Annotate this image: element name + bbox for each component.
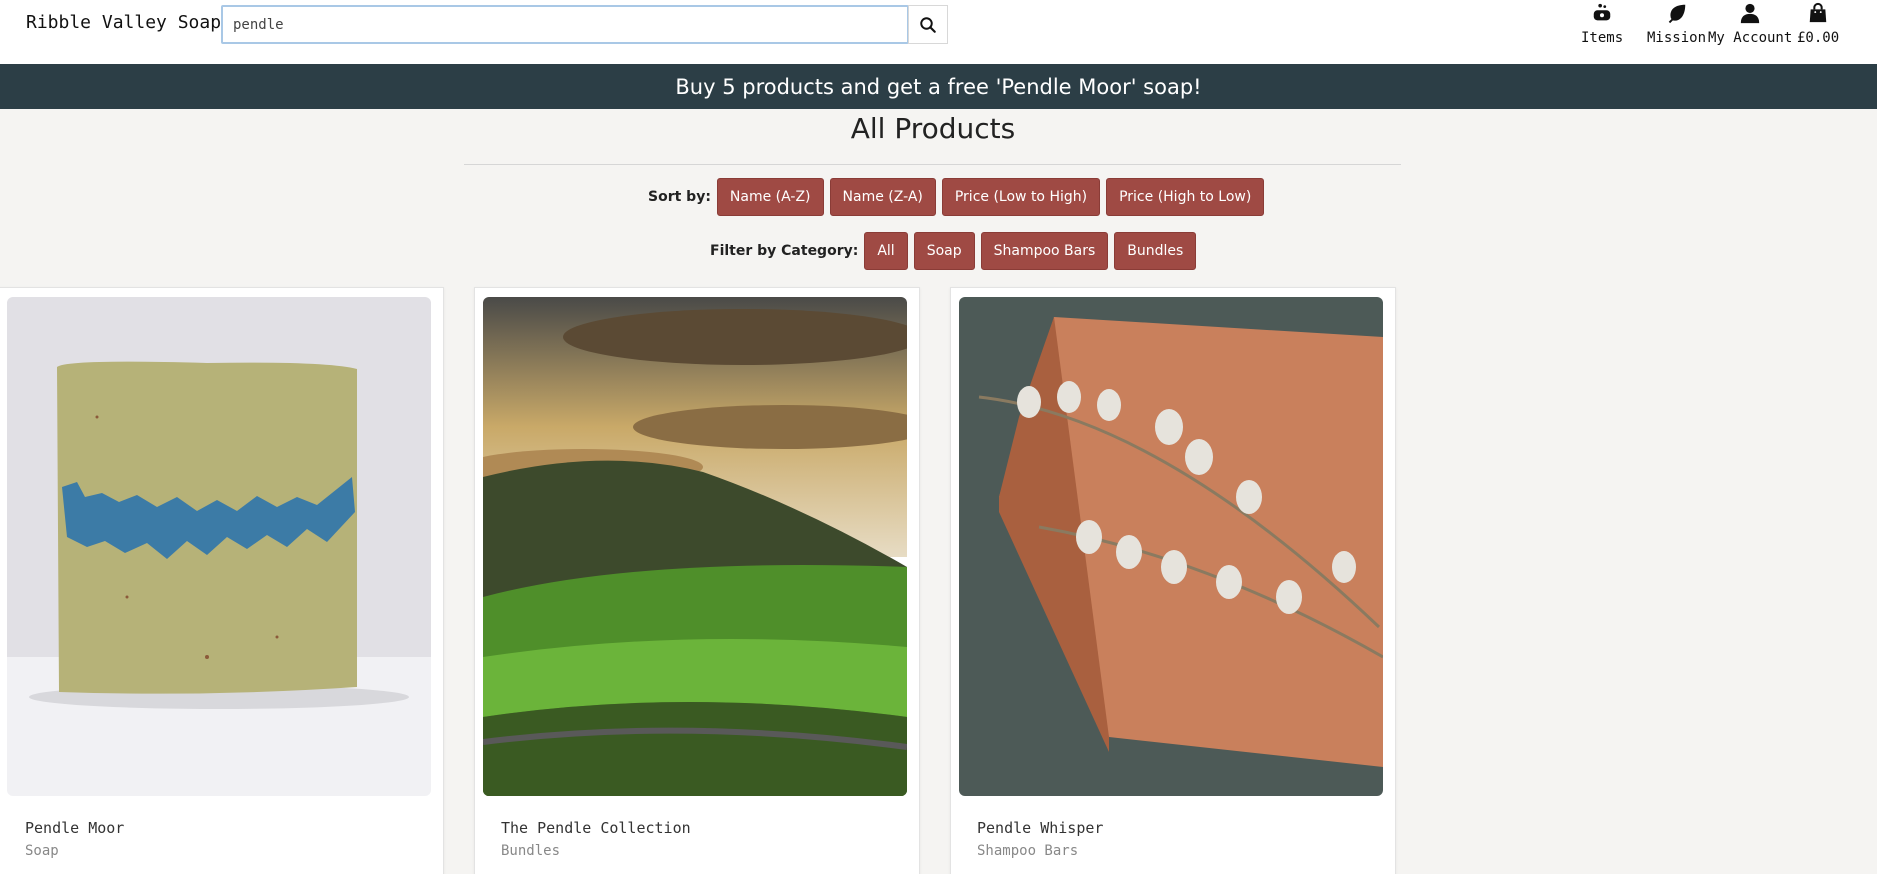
- nav-my-account[interactable]: My Account: [1708, 2, 1792, 46]
- nav-mission-label: Mission: [1647, 30, 1707, 46]
- sort-bar: Sort by: Name (A-Z) Name (Z-A) Price (Lo…: [648, 178, 1265, 216]
- sort-name-desc-button[interactable]: Name (Z-A): [829, 178, 936, 216]
- nav-items[interactable]: Items: [1581, 2, 1623, 46]
- lavender-soap-photo: [959, 297, 1383, 796]
- search-button[interactable]: [908, 5, 948, 44]
- product-category: Bundles: [501, 843, 561, 859]
- sort-price-asc-button[interactable]: Price (Low to High): [941, 178, 1101, 216]
- nav-items-label: Items: [1581, 30, 1624, 46]
- filter-soap-button[interactable]: Soap: [913, 232, 975, 270]
- promo-banner-text: Buy 5 products and get a free 'Pendle Mo…: [675, 74, 1202, 99]
- nav-cart[interactable]: £0.00: [1797, 2, 1839, 46]
- sort-name-asc-button[interactable]: Name (A-Z): [716, 178, 824, 216]
- page-title: All Products: [850, 112, 1016, 145]
- product-image[interactable]: [959, 297, 1383, 796]
- soap-icon: [1593, 3, 1611, 21]
- product-category: Shampoo Bars: [977, 843, 1079, 859]
- product-category: Soap: [25, 843, 59, 859]
- product-card[interactable]: Pendle Moor Soap: [0, 287, 444, 874]
- filter-bar: Filter by Category: All Soap Shampoo Bar…: [710, 232, 1197, 270]
- search-icon: [920, 16, 936, 33]
- nav-my-account-label: My Account: [1708, 30, 1793, 46]
- site-header: Ribble Valley Soap Co. Items Mission My …: [0, 0, 1877, 64]
- filter-shampoo-bars-button[interactable]: Shampoo Bars: [980, 232, 1109, 270]
- user-icon: [1740, 3, 1760, 24]
- product-card[interactable]: Pendle Whisper Shampoo Bars: [950, 287, 1396, 874]
- title-divider: [464, 164, 1401, 165]
- sort-price-desc-button[interactable]: Price (High to Low): [1106, 178, 1265, 216]
- cart-total: £0.00: [1797, 30, 1840, 46]
- promo-banner: Buy 5 products and get a free 'Pendle Mo…: [0, 64, 1877, 109]
- search-input[interactable]: [223, 7, 907, 42]
- leaf-icon: [1668, 4, 1685, 24]
- soap-bar-photo: [7, 297, 431, 796]
- product-name[interactable]: Pendle Whisper: [977, 819, 1103, 837]
- filter-all-button[interactable]: All: [864, 232, 908, 270]
- landscape-photo: [483, 297, 907, 796]
- shopping-bag-icon: [1809, 2, 1827, 23]
- filter-label: Filter by Category:: [710, 243, 859, 259]
- product-card[interactable]: The Pendle Collection Bundles: [474, 287, 920, 874]
- filter-bundles-button[interactable]: Bundles: [1114, 232, 1197, 270]
- product-image[interactable]: [483, 297, 907, 796]
- nav-mission[interactable]: Mission: [1647, 2, 1706, 46]
- product-name[interactable]: The Pendle Collection: [501, 819, 691, 837]
- search-box: [221, 5, 909, 44]
- product-name[interactable]: Pendle Moor: [25, 819, 124, 837]
- product-image[interactable]: [7, 297, 431, 796]
- sort-label: Sort by:: [648, 189, 711, 205]
